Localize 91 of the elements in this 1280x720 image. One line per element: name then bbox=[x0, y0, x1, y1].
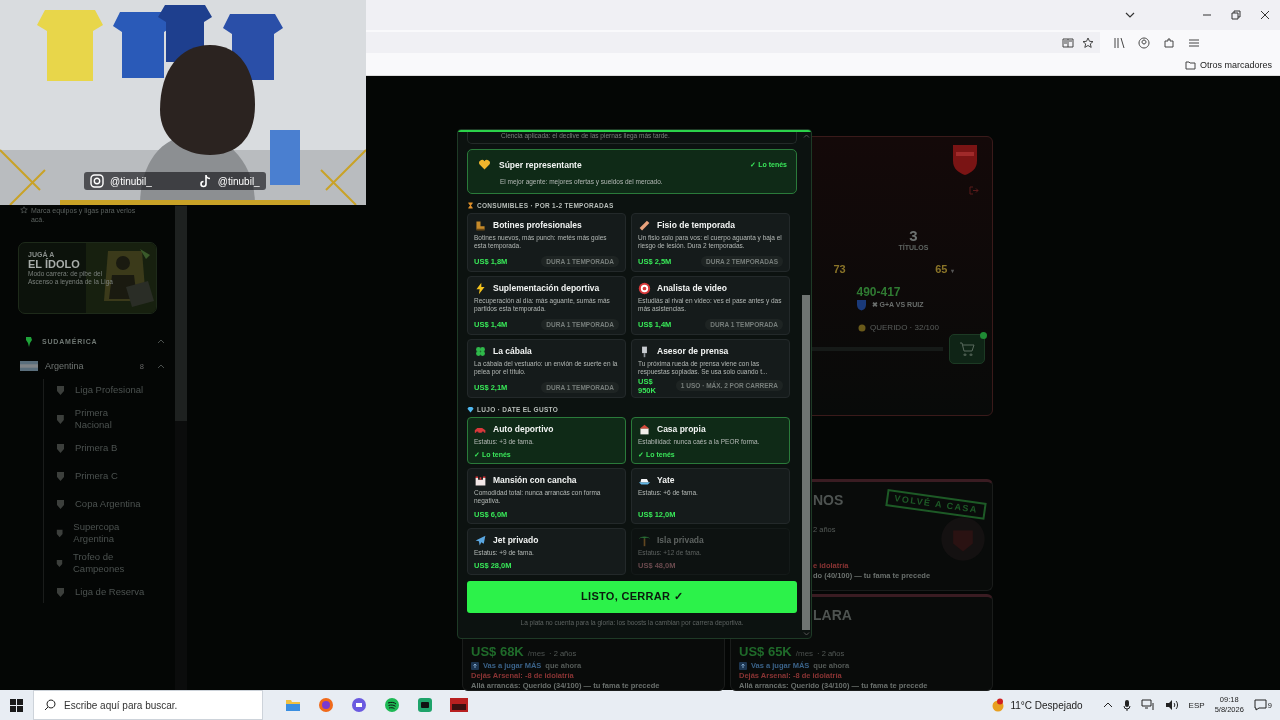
item-name: Suplementación deportiva bbox=[493, 283, 600, 293]
cart-icon bbox=[958, 342, 975, 356]
menu-icon[interactable] bbox=[1188, 36, 1200, 49]
item-name: Botines profesionales bbox=[493, 220, 582, 230]
shield-icon bbox=[56, 442, 65, 454]
star-icon bbox=[20, 206, 28, 214]
stat-value: 73 bbox=[833, 263, 846, 275]
network-icon[interactable] bbox=[1140, 699, 1155, 711]
item-name: Mansión con cancha bbox=[493, 475, 577, 485]
arrow-up-icon bbox=[739, 661, 747, 670]
reader-view-icon[interactable] bbox=[1062, 36, 1074, 49]
item-name: Analista de video bbox=[657, 283, 727, 293]
windows-start-icon[interactable] bbox=[10, 698, 23, 712]
microphone-icon[interactable] bbox=[1122, 698, 1131, 712]
shield-icon bbox=[56, 557, 63, 569]
close-icon[interactable] bbox=[1260, 10, 1270, 20]
search-icon bbox=[44, 699, 56, 711]
clover-icon bbox=[474, 344, 487, 358]
account-icon[interactable] bbox=[1138, 36, 1150, 49]
shield-icon bbox=[56, 384, 65, 396]
flag-icon bbox=[20, 361, 38, 371]
bandage-icon bbox=[638, 218, 651, 232]
titles-count: 3 bbox=[909, 227, 918, 244]
item-name: Asesor de prensa bbox=[657, 346, 729, 356]
fame-label: QUERIDO · 32/100 bbox=[858, 323, 939, 332]
airplane-icon bbox=[474, 533, 487, 547]
item-name: Casa propia bbox=[657, 424, 706, 434]
palm-tree-icon bbox=[638, 533, 651, 547]
item-name: Auto deportivo bbox=[493, 424, 554, 434]
search-field[interactable]: Escribe aquí para buscar. bbox=[33, 690, 263, 720]
heart-icon bbox=[478, 158, 491, 171]
notification-icon bbox=[1253, 699, 1267, 711]
salary: US$ 65K bbox=[739, 645, 792, 658]
tab-list-icon[interactable] bbox=[1125, 12, 1135, 18]
music-app-icon[interactable] bbox=[384, 697, 400, 713]
coin-icon bbox=[858, 323, 867, 332]
extensions-icon[interactable] bbox=[1163, 36, 1175, 49]
crest-icon bbox=[940, 516, 986, 562]
bookmark-star-icon[interactable] bbox=[1082, 36, 1094, 49]
shield-icon bbox=[56, 413, 65, 425]
item-name: Yate bbox=[657, 475, 675, 485]
chevron-icon bbox=[157, 363, 165, 369]
club-name: LARA bbox=[813, 611, 852, 620]
restore-icon[interactable] bbox=[1231, 10, 1241, 20]
target-icon bbox=[638, 281, 651, 295]
shop-button[interactable] bbox=[948, 334, 985, 364]
crest-icon bbox=[855, 299, 867, 311]
folder-icon[interactable] bbox=[285, 698, 301, 712]
boot-icon bbox=[474, 218, 487, 232]
shield-icon bbox=[56, 527, 64, 539]
item-name: Súper representante bbox=[499, 159, 582, 170]
weather-widget[interactable]: 11°C Despejado bbox=[991, 698, 1083, 712]
shield-icon bbox=[56, 498, 65, 510]
lightning-icon bbox=[474, 281, 487, 295]
house-icon bbox=[638, 422, 651, 436]
browser-icon[interactable] bbox=[318, 697, 334, 713]
chevron-up-icon[interactable] bbox=[1102, 702, 1113, 708]
close-button[interactable]: LISTO, CERRAR ✓ bbox=[467, 580, 797, 613]
bookmarks-folder[interactable]: Otros marcadores bbox=[1184, 60, 1272, 70]
language-indicator[interactable]: ESP bbox=[1188, 700, 1205, 710]
promo-title: EL ÍDOLO bbox=[28, 258, 81, 270]
shield-icon bbox=[56, 470, 65, 482]
crest-icon bbox=[951, 143, 979, 177]
chat-app-icon[interactable] bbox=[351, 697, 367, 713]
diamond-icon bbox=[467, 405, 474, 413]
camera-icon bbox=[90, 174, 104, 188]
item-name: Fisio de temporada bbox=[657, 220, 735, 230]
folder-icon bbox=[1184, 60, 1196, 70]
weather-icon bbox=[991, 698, 1006, 712]
music-note-icon bbox=[199, 174, 212, 188]
item-name: Isla privada bbox=[657, 535, 704, 545]
library-icon[interactable] bbox=[1113, 36, 1125, 49]
shield-icon bbox=[56, 586, 65, 598]
social-handle: @tinubil_ bbox=[199, 174, 260, 188]
arrow-up-icon bbox=[471, 661, 479, 670]
club-name: NOS bbox=[813, 496, 844, 505]
app-thumbnail-icon[interactable] bbox=[450, 698, 468, 712]
robot-app-icon[interactable] bbox=[417, 697, 433, 713]
social-handle: @tinubil_ bbox=[90, 174, 152, 188]
chevron-icon bbox=[157, 339, 165, 344]
castle-icon bbox=[474, 473, 487, 487]
salary: US$ 68K bbox=[471, 645, 524, 658]
speaker-icon[interactable] bbox=[1164, 699, 1179, 711]
scrollbar[interactable] bbox=[802, 295, 810, 630]
item-name: Jet privado bbox=[493, 535, 539, 545]
score: 490-417 bbox=[856, 285, 901, 299]
item-name: La cábala bbox=[493, 346, 532, 356]
hourglass-icon bbox=[467, 201, 474, 209]
scrollbar[interactable] bbox=[175, 206, 187, 421]
notification-dot bbox=[979, 332, 987, 339]
continent-icon bbox=[25, 336, 33, 347]
